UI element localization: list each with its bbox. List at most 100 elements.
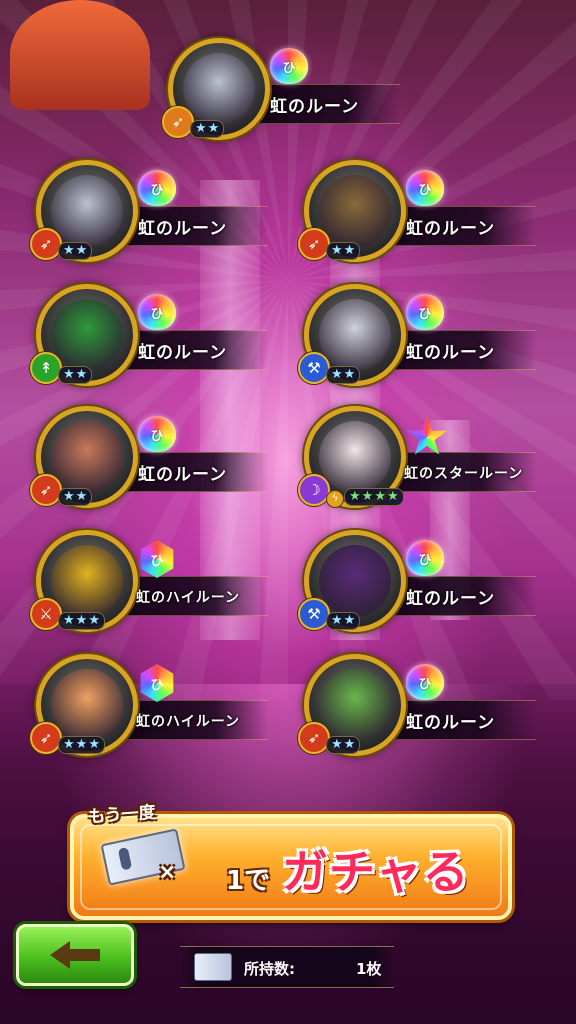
star-icon: ★	[343, 737, 356, 752]
result-card[interactable]: ➶ ★ ★ ★ ひ虹のハイルーン	[28, 650, 288, 760]
bow-icon: ➶	[30, 228, 62, 260]
star-icon: ★	[343, 367, 356, 382]
star-icon: ★	[88, 737, 100, 752]
rainbow-rune-icon: ひ	[406, 294, 444, 332]
green-hair-elf-image	[319, 669, 391, 741]
owned-label: 所持数:	[244, 960, 295, 978]
result-card[interactable]: ➶ ★ ★ ひ虹のルーン	[28, 402, 288, 512]
purple-robot-image	[319, 545, 391, 617]
rarity-stars: ★ ★	[326, 242, 361, 260]
axe-icon: ⚒	[298, 352, 330, 384]
rarity-stars: ★ ★	[326, 736, 361, 754]
owned-count-bar: 所持数: 1枚	[180, 946, 394, 988]
star-icon: ★	[88, 613, 100, 628]
rune-name: 虹のルーン	[406, 343, 496, 363]
bow-icon: ➶	[30, 474, 62, 506]
bow-icon: ➶	[298, 228, 330, 260]
staff-icon: ☽	[298, 474, 330, 506]
back-arrow-icon	[50, 941, 100, 969]
star-icon: ★	[63, 243, 75, 258]
star-icon: ★	[75, 737, 88, 752]
rarity-stars: ★ ★	[326, 366, 361, 384]
green-armor-image	[51, 299, 123, 371]
knight-helmet-image	[183, 53, 255, 125]
rune-name: 虹のスタールーン	[404, 466, 524, 482]
rune-name: 虹のルーン	[406, 219, 496, 239]
result-card[interactable]: ➶ ★ ★ ひ虹のルーン	[160, 34, 420, 144]
star-icon: ★	[75, 243, 88, 258]
star-icon: ★	[63, 737, 75, 752]
rarity-stars: ★ ★ ★	[58, 736, 105, 754]
rainbow-rune-icon: ひ	[138, 170, 176, 208]
result-card[interactable]: ➶ ★ ★ ひ虹のルーン	[296, 650, 556, 760]
result-card[interactable]: ⚒ ★ ★ ひ虹のルーン	[296, 526, 556, 636]
sword-icon: ⚔	[30, 598, 62, 630]
result-card[interactable]: ⚒ ★ ★ ひ虹のルーン	[296, 280, 556, 390]
rainbow-rune-icon: ひ	[406, 170, 444, 208]
rainbow-rune-icon: ひ	[406, 664, 444, 702]
cat-girl-image	[51, 669, 123, 741]
white-hair-girl-image	[319, 421, 391, 493]
owned-value: 1枚	[356, 960, 382, 978]
knight-helmet-image	[51, 175, 123, 247]
result-card[interactable]: ↟ ★ ★ ひ虹のルーン	[28, 280, 288, 390]
rune-name: 虹のルーン	[138, 219, 228, 239]
star-icon: ★	[195, 121, 207, 136]
star-icon: ★	[349, 489, 361, 504]
rarity-stars: ★ ★ ★	[58, 612, 105, 630]
rune-name: 虹のルーン	[138, 465, 228, 485]
star-icon: ★	[361, 489, 374, 504]
back-button[interactable]	[16, 924, 134, 986]
star-icon: ★	[343, 613, 356, 628]
rainbow-rune-icon: ひ	[138, 416, 176, 454]
bow-icon: ➶	[298, 722, 330, 754]
rune-name: 虹のルーン	[138, 343, 228, 363]
star-icon: ★	[374, 489, 386, 504]
star-icon: ★	[343, 243, 356, 258]
rainbow-rune-icon: ひ	[270, 48, 308, 86]
star-icon: ★	[63, 367, 75, 382]
owl-cat-image	[51, 421, 123, 493]
rune-name: 虹のルーン	[406, 589, 496, 609]
star-icon: ★	[331, 367, 343, 382]
rarity-stars: ★ ★	[190, 120, 225, 138]
star-icon: ★	[331, 243, 343, 258]
star-icon: ★	[331, 737, 343, 752]
result-card[interactable]: ☽ ϟ ★ ★ ★ ★ 虹のスタールーン	[296, 402, 556, 512]
star-icon: ★	[386, 489, 399, 504]
rarity-stars: ★ ★	[58, 366, 93, 384]
star-icon: ★	[75, 613, 88, 628]
rarity-stars: ★ ★ ★ ★	[344, 488, 404, 506]
rainbow-rune-icon: ひ	[406, 540, 444, 578]
rarity-stars: ★ ★	[58, 242, 93, 260]
rainbow-rune-icon: ひ	[138, 540, 176, 578]
star-icon: ★	[75, 367, 88, 382]
lightning-icon: ϟ	[326, 490, 344, 508]
grey-cat-image	[319, 299, 391, 371]
result-card[interactable]: ➶ ★ ★ ひ虹のルーン	[28, 156, 288, 266]
brown-cat-image	[319, 175, 391, 247]
ticket-count: 1で	[226, 866, 271, 896]
rarity-stars: ★ ★	[326, 612, 361, 630]
rune-name: 虹のルーン	[406, 713, 496, 733]
result-card[interactable]: ⚔ ★ ★ ★ ひ虹のハイルーン	[28, 526, 288, 636]
star-icon: ★	[75, 489, 88, 504]
spear-icon: ↟	[30, 352, 62, 384]
rune-name: 虹のハイルーン	[136, 714, 241, 730]
rainbow-rune-icon	[406, 416, 448, 455]
rune-name: 虹のハイルーン	[136, 590, 241, 606]
times-symbol: ×	[158, 860, 177, 885]
pineapple-warrior-image	[51, 545, 123, 617]
star-icon: ★	[63, 613, 75, 628]
axe-icon: ⚒	[298, 598, 330, 630]
rainbow-rune-icon: ひ	[138, 664, 176, 702]
gacha-action-label: ガチャる	[282, 845, 470, 899]
star-icon: ★	[63, 489, 75, 504]
rainbow-rune-icon: ひ	[138, 294, 176, 332]
result-card[interactable]: ➶ ★ ★ ひ虹のルーン	[296, 156, 556, 266]
bow-icon: ➶	[30, 722, 62, 754]
bow-icon: ➶	[162, 106, 194, 138]
star-icon: ★	[331, 613, 343, 628]
rune-name: 虹のルーン	[270, 97, 360, 117]
rarity-stars: ★ ★	[58, 488, 93, 506]
